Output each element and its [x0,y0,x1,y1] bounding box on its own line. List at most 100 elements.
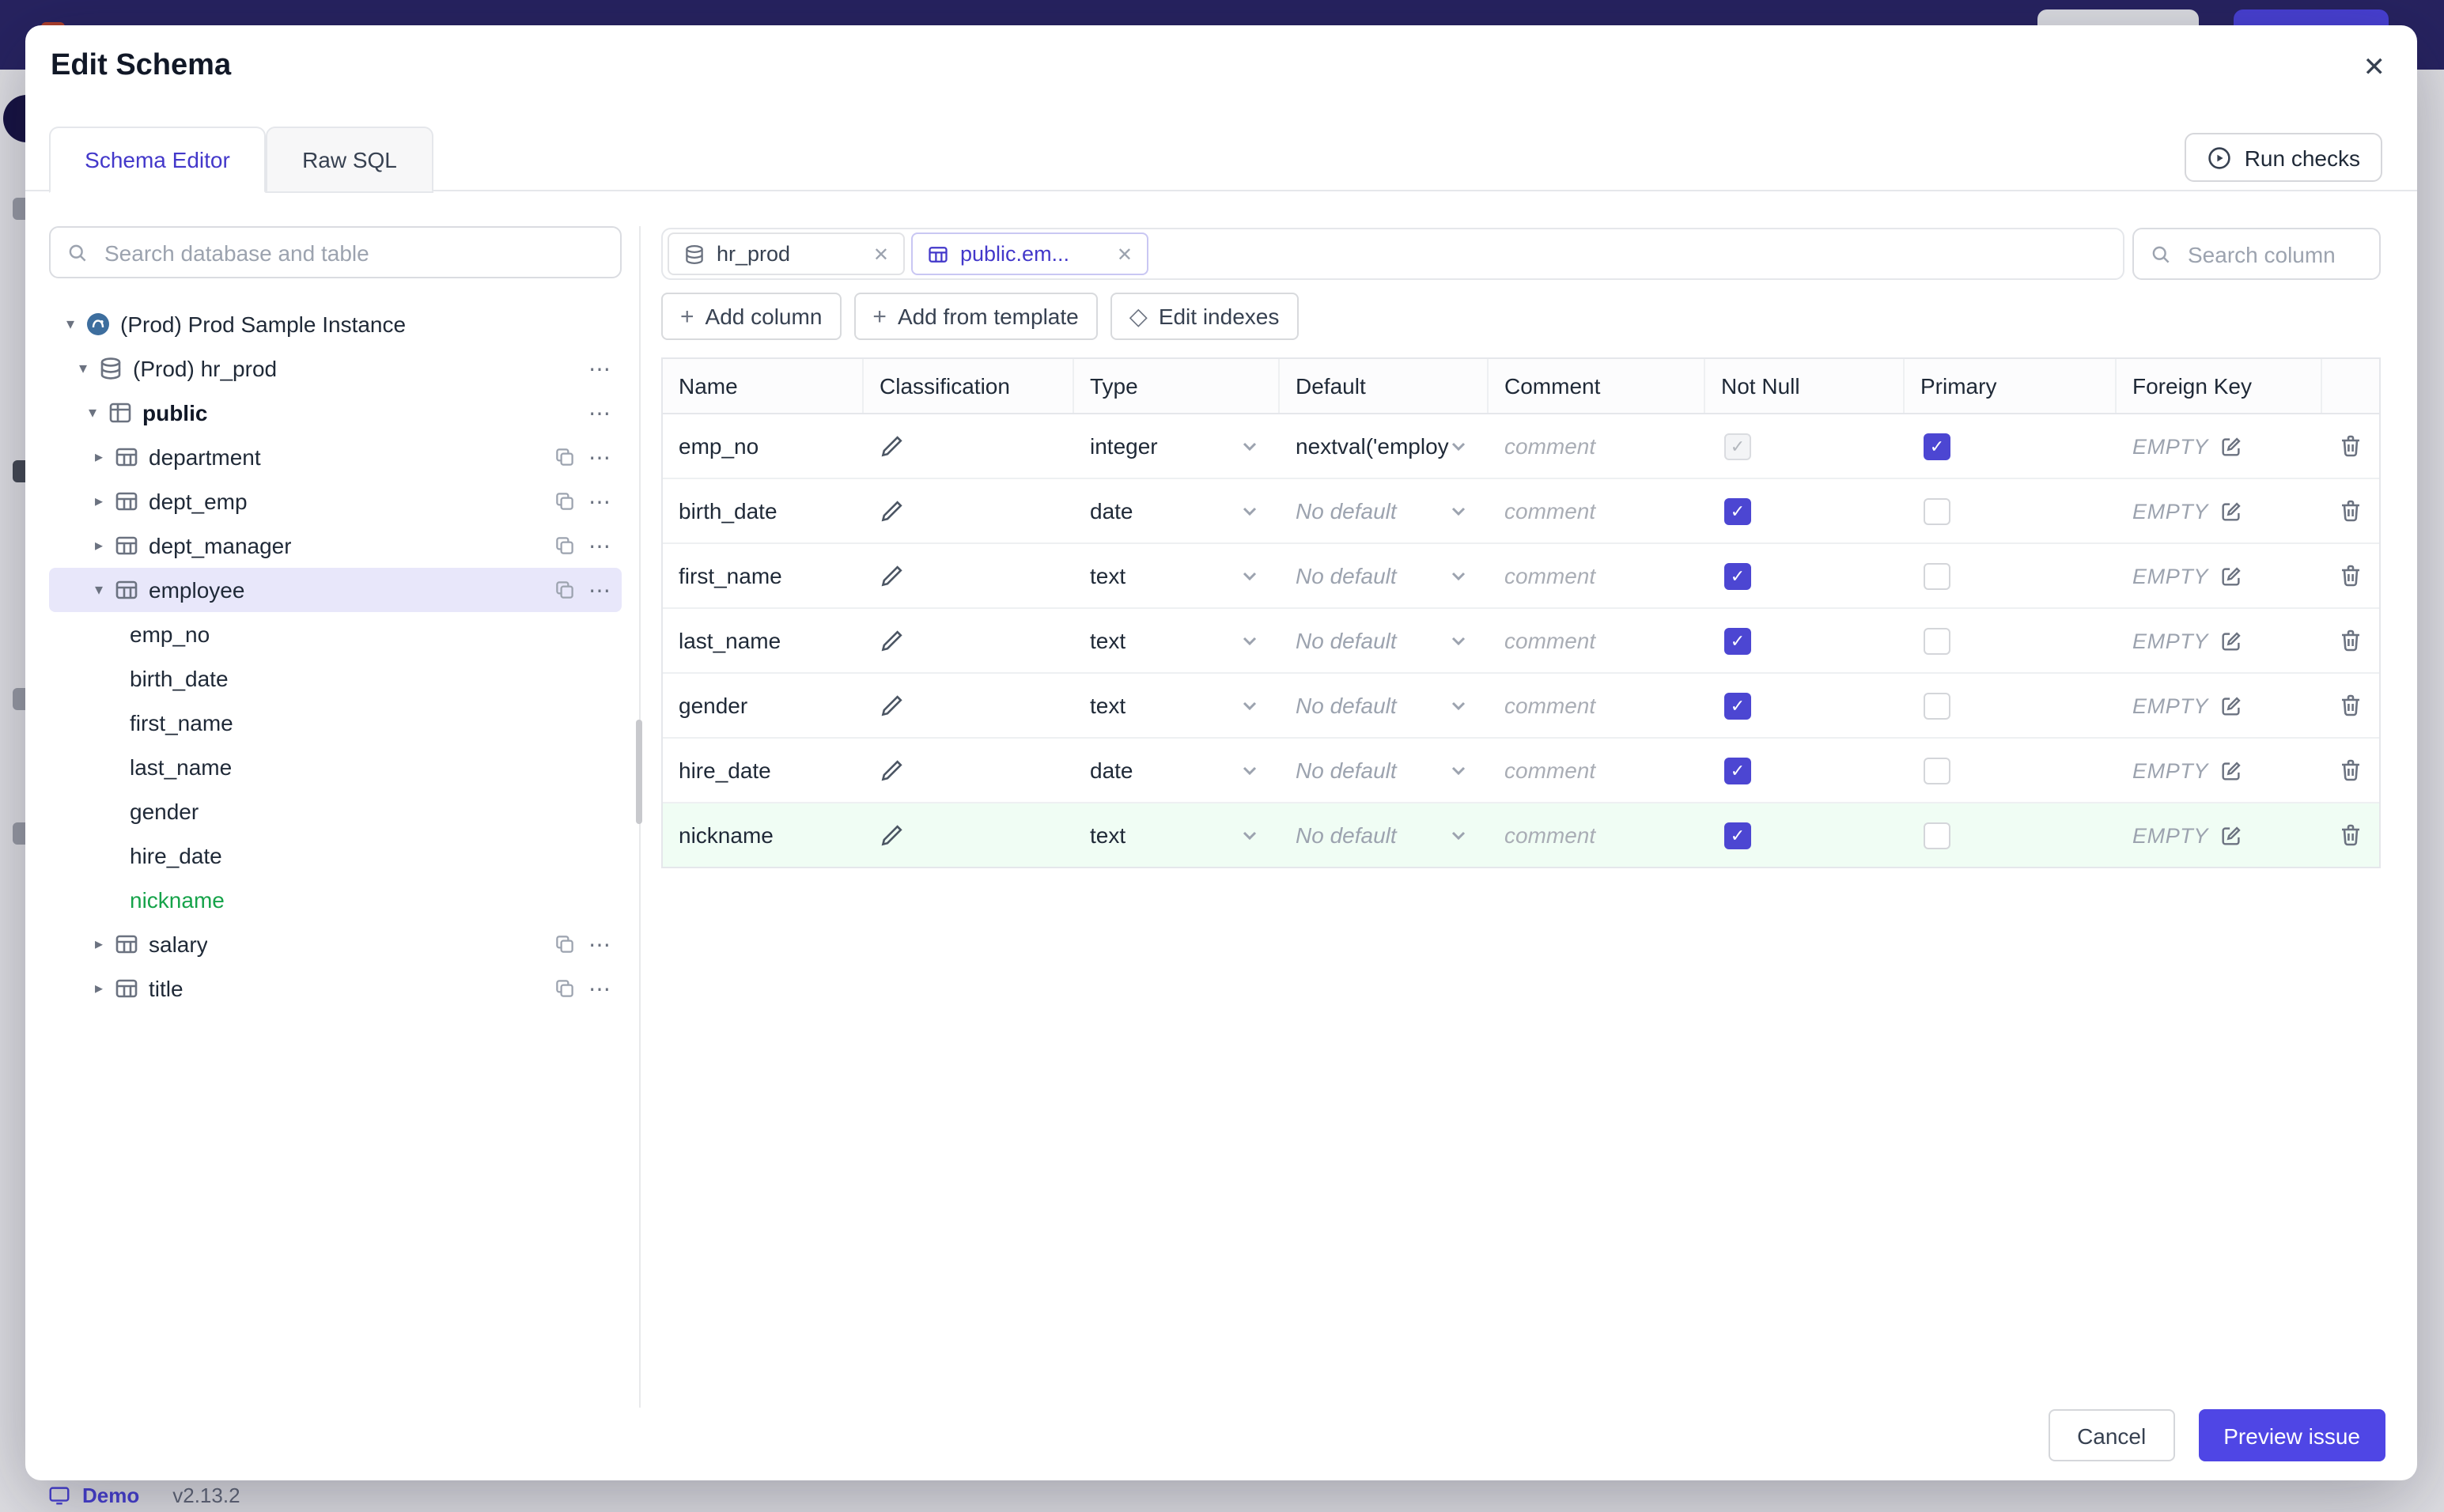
more-menu-icon[interactable]: ⋯ [588,977,612,1000]
foreign-key-edit-icon[interactable] [2219,434,2243,458]
add-column-button[interactable]: + Add column [661,293,842,340]
primary-checkbox[interactable] [1924,822,1950,849]
column-name-cell[interactable]: emp_no [663,414,864,478]
default-select[interactable]: No default [1280,544,1489,607]
tree-item[interactable]: ▸ title ⋯ [49,966,622,1011]
more-menu-icon[interactable]: ⋯ [588,579,612,601]
column-name-cell[interactable]: last_name [663,609,864,672]
add-from-template-button[interactable]: + Add from template [853,293,1098,340]
not-null-checkbox[interactable] [1724,497,1751,524]
primary-checkbox[interactable] [1924,757,1950,784]
close-icon[interactable]: ✕ [1117,243,1133,265]
classification-edit-icon[interactable] [880,628,905,653]
not-null-checkbox[interactable] [1724,757,1751,784]
not-null-checkbox[interactable] [1724,627,1751,654]
more-menu-icon[interactable]: ⋯ [588,490,612,512]
copy-icon[interactable] [554,579,576,601]
tab-raw-sql[interactable]: Raw SQL [266,127,433,193]
classification-edit-icon[interactable] [880,433,905,459]
primary-checkbox[interactable] [1924,692,1950,719]
column-search[interactable] [2132,228,2381,280]
default-select[interactable]: No default [1280,479,1489,542]
tree-item[interactable]: nickname [49,878,622,922]
caret-icon[interactable]: ▾ [82,404,103,421]
column-name-cell[interactable]: first_name [663,544,864,607]
default-select[interactable]: nextval('employ [1280,414,1489,478]
type-select[interactable]: date [1074,739,1280,802]
comment-input[interactable]: comment [1504,822,1595,848]
delete-row-icon[interactable] [2338,433,2363,459]
classification-edit-icon[interactable] [880,758,905,783]
tree-item[interactable]: emp_no [49,612,622,656]
more-menu-icon[interactable]: ⋯ [588,933,612,955]
tree-item[interactable]: last_name [49,745,622,789]
close-icon[interactable]: ✕ [873,243,889,265]
comment-input[interactable]: comment [1504,433,1595,459]
foreign-key-edit-icon[interactable] [2219,499,2243,523]
run-checks-button[interactable]: Run checks [2184,133,2382,182]
tab-schema-editor[interactable]: Schema Editor [49,127,266,193]
caret-icon[interactable]: ▸ [89,448,109,466]
edit-indexes-button[interactable]: ◇ Edit indexes [1110,293,1299,340]
caret-icon[interactable]: ▸ [89,980,109,997]
close-icon[interactable]: ✕ [2363,52,2386,84]
delete-row-icon[interactable] [2338,563,2363,588]
copy-icon[interactable] [554,535,576,557]
column-name-cell[interactable]: birth_date [663,479,864,542]
tree-item[interactable]: hire_date [49,833,622,878]
cancel-button[interactable]: Cancel [2049,1409,2175,1461]
tree-item[interactable]: ▸ salary ⋯ [49,922,622,966]
primary-checkbox[interactable] [1924,497,1950,524]
comment-input[interactable]: comment [1504,563,1595,588]
default-select[interactable]: No default [1280,739,1489,802]
caret-icon[interactable]: ▸ [89,936,109,953]
caret-icon[interactable]: ▸ [89,537,109,554]
more-menu-icon[interactable]: ⋯ [588,402,612,424]
caret-icon[interactable]: ▾ [60,316,81,333]
foreign-key-edit-icon[interactable] [2219,694,2243,717]
tree-item[interactable]: birth_date [49,656,622,701]
classification-edit-icon[interactable] [880,822,905,848]
not-null-checkbox[interactable] [1724,562,1751,589]
tree-item[interactable]: ▸ department ⋯ [49,435,622,479]
primary-checkbox[interactable] [1924,562,1950,589]
type-select[interactable]: text [1074,674,1280,737]
caret-icon[interactable]: ▸ [89,493,109,510]
database-search-input[interactable] [101,238,604,266]
tree-item[interactable]: ▸ dept_emp ⋯ [49,479,622,524]
copy-icon[interactable] [554,977,576,1000]
tree-item[interactable]: gender [49,789,622,833]
classification-edit-icon[interactable] [880,498,905,524]
scrollbar-thumb[interactable] [636,720,642,824]
copy-icon[interactable] [554,446,576,468]
delete-row-icon[interactable] [2338,498,2363,524]
classification-edit-icon[interactable] [880,563,905,588]
delete-row-icon[interactable] [2338,693,2363,718]
more-menu-icon[interactable]: ⋯ [588,357,612,380]
default-select[interactable]: No default [1280,609,1489,672]
comment-input[interactable]: comment [1504,628,1595,653]
column-search-input[interactable] [2185,240,2363,268]
type-select[interactable]: text [1074,544,1280,607]
caret-icon[interactable]: ▾ [73,360,93,377]
more-menu-icon[interactable]: ⋯ [588,446,612,468]
comment-input[interactable]: comment [1504,693,1595,718]
preview-issue-button[interactable]: Preview issue [2198,1409,2385,1461]
primary-checkbox[interactable] [1924,627,1950,654]
foreign-key-edit-icon[interactable] [2219,823,2243,847]
not-null-checkbox[interactable] [1724,433,1751,459]
foreign-key-edit-icon[interactable] [2219,564,2243,588]
tab-chip-database[interactable]: hr_prod ✕ [668,232,905,275]
comment-input[interactable]: comment [1504,758,1595,783]
primary-checkbox[interactable] [1924,433,1950,459]
tree-item[interactable]: ▾ (Prod) hr_prod ⋯ [49,346,622,391]
column-name-cell[interactable]: gender [663,674,864,737]
delete-row-icon[interactable] [2338,822,2363,848]
tree-item[interactable]: ▾ public ⋯ [49,391,622,435]
default-select[interactable]: No default [1280,674,1489,737]
copy-icon[interactable] [554,490,576,512]
tree-item[interactable]: first_name [49,701,622,745]
delete-row-icon[interactable] [2338,628,2363,653]
database-search[interactable] [49,226,622,278]
default-select[interactable]: No default [1280,803,1489,867]
